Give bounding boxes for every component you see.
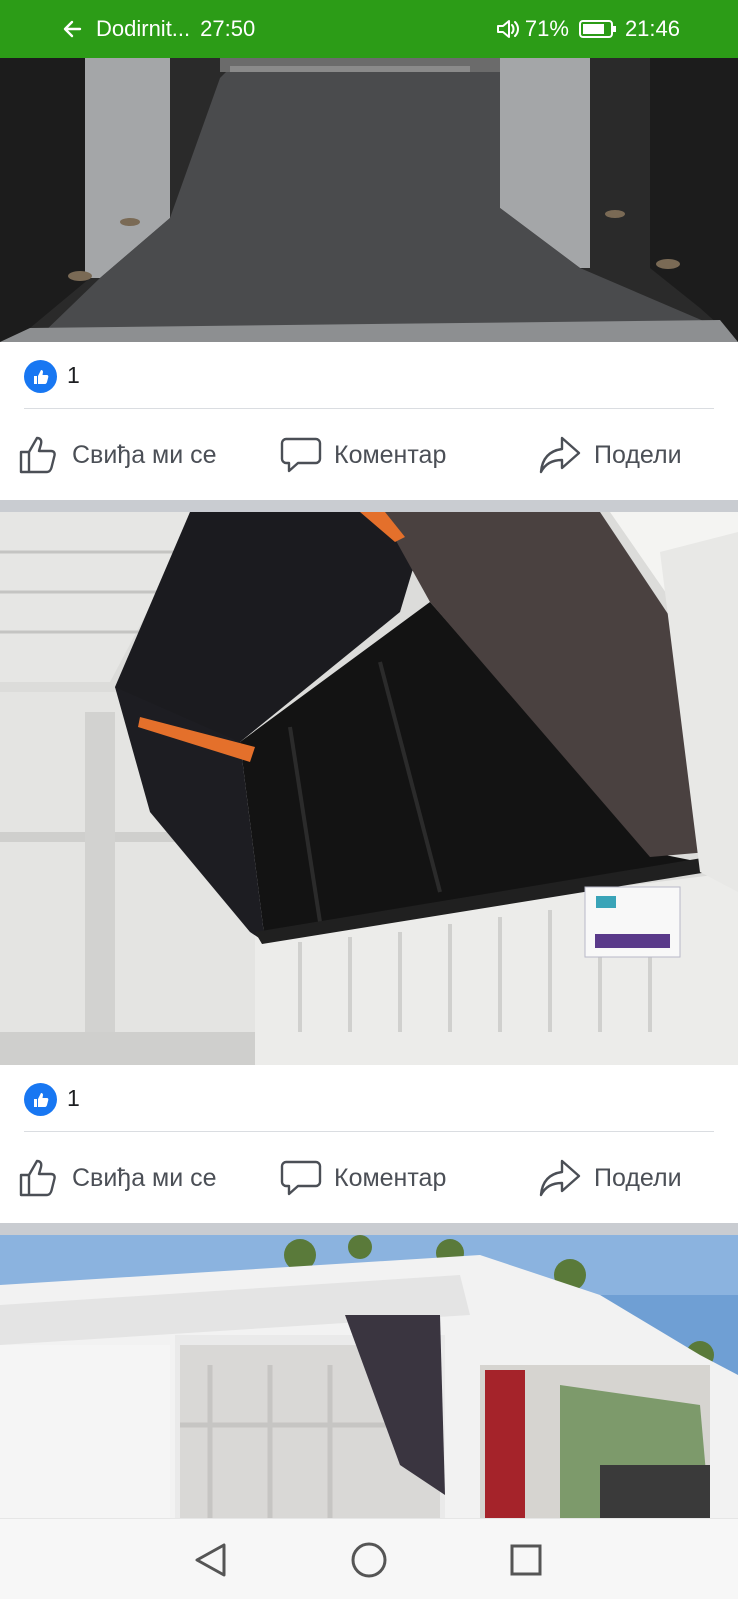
like-label: Свиђа ми се bbox=[72, 440, 217, 469]
like-label: Свиђа ми се bbox=[72, 1163, 217, 1192]
recents-nav-button[interactable] bbox=[505, 1539, 547, 1581]
divider bbox=[24, 1131, 714, 1132]
share-icon bbox=[539, 436, 581, 474]
volume-icon bbox=[496, 20, 519, 38]
home-nav-icon bbox=[351, 1542, 387, 1578]
reaction-summary[interactable]: 1 bbox=[0, 1065, 738, 1131]
thumbs-up-icon bbox=[33, 369, 48, 384]
status-bar: Dodirnit... 27:50 71% 21:46 bbox=[0, 0, 738, 58]
return-to-call[interactable]: Dodirnit... 27:50 bbox=[62, 14, 255, 44]
post-actions: Свиђа ми се Коментар Подели bbox=[0, 1133, 738, 1223]
back-nav-button[interactable] bbox=[190, 1539, 232, 1581]
van-floor-image bbox=[0, 58, 738, 342]
comment-label: Коментар bbox=[334, 440, 447, 469]
comment-icon bbox=[280, 1160, 322, 1196]
back-nav-icon bbox=[195, 1543, 226, 1577]
comment-label: Коментар bbox=[334, 1163, 447, 1192]
post-photo[interactable] bbox=[0, 512, 738, 1065]
home-nav-button[interactable] bbox=[348, 1539, 390, 1581]
recents-nav-icon bbox=[510, 1544, 542, 1576]
comment-button[interactable]: Коментар bbox=[280, 410, 446, 500]
share-button[interactable]: Подели bbox=[538, 1133, 682, 1223]
like-icon bbox=[19, 436, 56, 474]
reaction-count: 1 bbox=[67, 362, 80, 388]
system-nav-bar bbox=[0, 1518, 738, 1599]
share-label: Подели bbox=[594, 440, 682, 469]
van-exterior-image bbox=[0, 1235, 738, 1518]
divider bbox=[24, 408, 714, 409]
like-button[interactable]: Свиђа ми се bbox=[18, 1133, 217, 1223]
share-button[interactable]: Подели bbox=[538, 410, 682, 500]
battery-icon bbox=[578, 20, 616, 38]
call-timer: 27:50 bbox=[200, 16, 256, 41]
post-photo[interactable] bbox=[0, 58, 738, 342]
share-icon bbox=[539, 1159, 581, 1197]
post-separator bbox=[0, 1223, 738, 1235]
like-icon bbox=[19, 1159, 56, 1197]
battery-percent: 71% bbox=[524, 16, 569, 41]
like-icon bbox=[24, 1083, 57, 1116]
thumbs-up-icon bbox=[33, 1092, 48, 1107]
back-arrow-icon bbox=[63, 20, 82, 38]
post-photo[interactable] bbox=[0, 1235, 738, 1518]
call-label: Dodirnit... bbox=[96, 16, 191, 41]
van-interior-image bbox=[0, 512, 738, 1065]
comment-icon bbox=[280, 437, 322, 473]
post-separator bbox=[0, 500, 738, 512]
clock: 21:46 bbox=[624, 16, 680, 41]
share-label: Подели bbox=[594, 1163, 682, 1192]
like-icon bbox=[24, 360, 57, 393]
like-button[interactable]: Свиђа ми се bbox=[18, 410, 217, 500]
reaction-summary[interactable]: 1 bbox=[0, 342, 738, 408]
reaction-count: 1 bbox=[67, 1085, 80, 1111]
post-actions: Свиђа ми се Коментар Подели bbox=[0, 410, 738, 500]
comment-button[interactable]: Коментар bbox=[280, 1133, 446, 1223]
status-indicators: 71% 21:46 bbox=[495, 14, 680, 44]
